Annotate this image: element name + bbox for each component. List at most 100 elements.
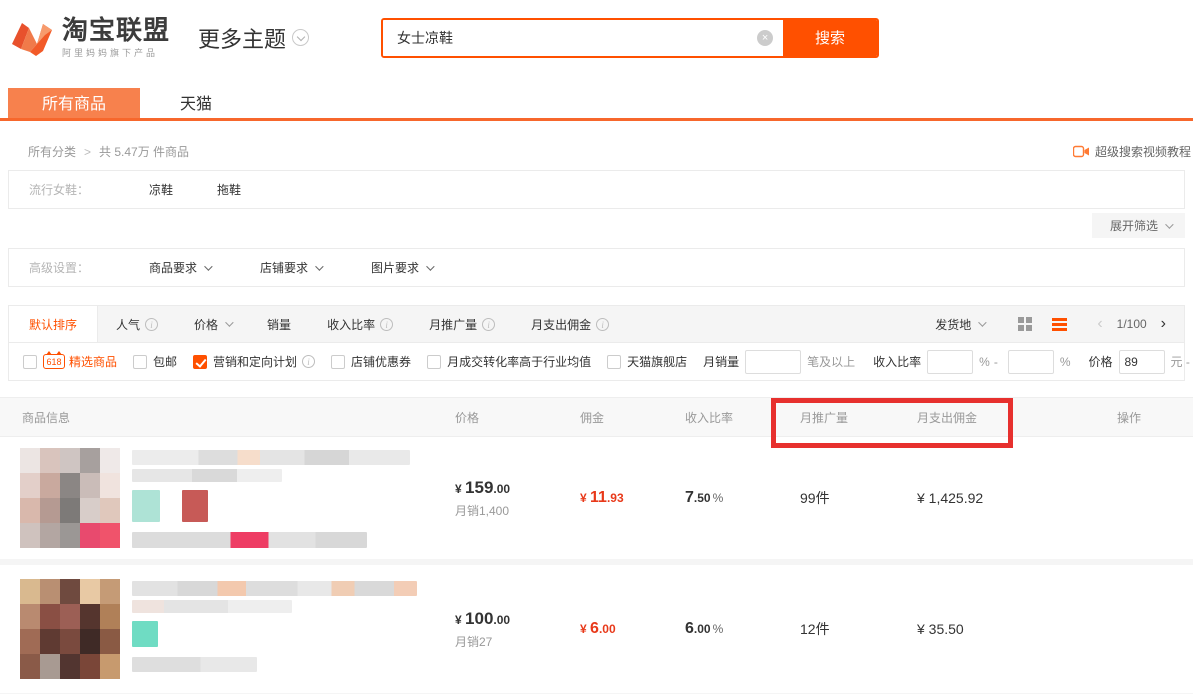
price-dec: .00 [493, 482, 510, 496]
header-monthly-commission-paid: 月支出佣金 [905, 409, 1065, 426]
header-commission: 佣金 [560, 409, 675, 426]
tmall-flagship-label: 天猫旗舰店 [627, 353, 687, 370]
taobao-union-search-page: 淘宝联盟 阿里妈妈旗下产品 更多主题 × 搜索 所有商品 天猫 所有分类 > 共… [0, 0, 1193, 694]
percent-sign: % [713, 491, 724, 505]
price-dec: .00 [493, 613, 510, 627]
price-cell: ¥ 100.00 月销27 [435, 609, 560, 650]
shop-requirements-label: 店铺要求 [260, 259, 308, 276]
checkbox-icon[interactable] [331, 355, 345, 369]
sort-income-ratio[interactable]: 收入比率 i [309, 306, 411, 342]
income-ratio-min-input[interactable] [927, 350, 973, 374]
checkbox-shop-coupon[interactable]: 店铺优惠券 [331, 353, 411, 370]
sort-price[interactable]: 价格 [176, 306, 249, 342]
header-action: 操作 [1065, 409, 1193, 426]
info-icon[interactable]: i [482, 318, 495, 331]
monthly-promotion-cell: 99件 [790, 488, 905, 508]
checkbox-marketing-plan[interactable]: 营销和定向计划 i [193, 353, 315, 370]
shop-coupon-label: 店铺优惠券 [351, 353, 411, 370]
info-icon[interactable]: i [145, 318, 158, 331]
product-info-cell [0, 448, 435, 548]
checkbox-tmall-flagship[interactable]: 天猫旗舰店 [607, 353, 687, 370]
prev-page-icon[interactable]: ‹ [1093, 316, 1106, 332]
sort-monthly-promotion-label: 月推广量 [429, 316, 477, 333]
expand-filter-row: 展开筛选 [8, 213, 1185, 238]
monthly-sales-input[interactable] [745, 350, 801, 374]
checkbox-free-shipping[interactable]: 包邮 [133, 353, 177, 370]
chevron-down-icon [315, 262, 323, 270]
expand-filters-button[interactable]: 展开筛选 [1092, 213, 1185, 238]
chevron-down-icon [978, 318, 986, 326]
income-ratio-max-input[interactable] [1008, 350, 1054, 374]
checkbox-icon[interactable] [607, 355, 621, 369]
table-row[interactable]: ¥ 159.00 月销1,400 ¥ 11.93 7.50% 99件 ¥ 1,4… [0, 437, 1193, 565]
ship-from-dropdown[interactable]: 发货地 [935, 316, 984, 333]
sort-popularity-label: 人气 [116, 316, 140, 333]
checkbox-icon[interactable] [23, 355, 37, 369]
table-row[interactable]: ¥ 100.00 月销27 ¥ 6.00 6.00% 12件 ¥ 35.50 [0, 565, 1193, 693]
price-filter: 价格 元 - 元 [1088, 350, 1193, 374]
price-int: 159 [465, 478, 493, 497]
income-int: 6 [685, 620, 694, 637]
sort-sales[interactable]: 销量 [249, 306, 309, 342]
monthly-commission-paid-cell: ¥ 1,425.92 [905, 490, 1065, 506]
quick-filter-bar: 618 精选商品 包邮 营销和定向计划 i 店铺优惠券 月成交转化率高于行业均值… [8, 343, 1185, 381]
info-icon[interactable]: i [302, 355, 315, 368]
next-page-icon[interactable]: › [1157, 316, 1170, 332]
taobao-union-logo[interactable]: 淘宝联盟 阿里妈妈旗下产品 [10, 16, 170, 59]
list-view-icon[interactable] [1052, 318, 1067, 331]
income-ratio-cell: 6.00% [675, 620, 790, 638]
checkbox-featured-products[interactable]: 618 精选商品 [23, 353, 117, 370]
income-dec: .50 [694, 491, 711, 505]
currency-sign: ¥ [455, 613, 462, 627]
breadcrumb-category[interactable]: 所有分类 [28, 143, 76, 160]
chevron-down-circle-icon [292, 29, 309, 46]
image-requirements-label: 图片要求 [371, 259, 419, 276]
yuan-dash: 元 - [1171, 353, 1190, 370]
info-icon[interactable]: i [380, 318, 393, 331]
monthly-sales-label: 月销量 [703, 353, 739, 370]
sort-monthly-commission-paid-label: 月支出佣金 [531, 316, 591, 333]
table-header: 商品信息 价格 佣金 收入比率 月推广量 月支出佣金 操作 [0, 397, 1193, 437]
monthly-sales: 月销1,400 [455, 502, 560, 519]
grid-view-icon[interactable] [1018, 317, 1032, 331]
checkbox-conversion-above-average[interactable]: 月成交转化率高于行业均值 [427, 353, 591, 370]
sort-monthly-commission-paid[interactable]: 月支出佣金 i [513, 306, 627, 342]
checkbox-icon[interactable] [427, 355, 441, 369]
dropdown-shop-requirements[interactable]: 店铺要求 [260, 259, 321, 276]
product-title-censored[interactable] [132, 579, 417, 679]
clear-search-icon[interactable]: × [757, 30, 773, 46]
dropdown-product-requirements[interactable]: 商品要求 [149, 259, 210, 276]
filter-option-slippers[interactable]: 拖鞋 [217, 181, 241, 198]
sort-popularity[interactable]: 人气 i [98, 306, 176, 342]
tab-all-products[interactable]: 所有商品 [8, 88, 140, 121]
search-button[interactable]: 搜索 [783, 20, 877, 56]
search-input[interactable] [383, 20, 783, 56]
sort-default[interactable]: 默认排序 [9, 306, 98, 342]
tab-tmall[interactable]: 天猫 [140, 88, 252, 121]
checkbox-icon[interactable] [133, 355, 147, 369]
video-tutorial-link[interactable]: 超级搜索视频教程 [1073, 143, 1191, 160]
monthly-commission-paid-cell: ¥ 35.50 [905, 621, 1065, 637]
income-ratio-filter: 收入比率 % - % [873, 350, 1070, 374]
price-min-input[interactable] [1119, 350, 1165, 374]
product-image-censored[interactable] [20, 448, 120, 548]
price-int: 100 [465, 609, 493, 628]
category-filter-label: 流行女鞋： [29, 181, 149, 198]
dash: - [994, 355, 998, 369]
more-topics-label: 更多主题 [198, 22, 286, 54]
commission-int: 11 [590, 489, 607, 506]
filter-option-sandals[interactable]: 凉鞋 [149, 181, 173, 198]
product-title-censored[interactable] [132, 448, 410, 548]
more-topics-menu[interactable]: 更多主题 [198, 22, 309, 54]
info-icon[interactable]: i [596, 318, 609, 331]
commission-cell: ¥ 6.00 [560, 620, 675, 638]
video-camera-icon [1073, 145, 1090, 158]
dropdown-image-requirements[interactable]: 图片要求 [371, 259, 432, 276]
monthly-sales-filter: 月销量 笔及以上 [703, 350, 855, 374]
currency-sign: ¥ [580, 622, 587, 636]
checkbox-checked-icon[interactable] [193, 355, 207, 369]
product-image-censored[interactable] [20, 579, 120, 679]
header-product-info: 商品信息 [0, 409, 435, 426]
sort-monthly-promotion[interactable]: 月推广量 i [411, 306, 513, 342]
product-info-cell [0, 579, 435, 679]
